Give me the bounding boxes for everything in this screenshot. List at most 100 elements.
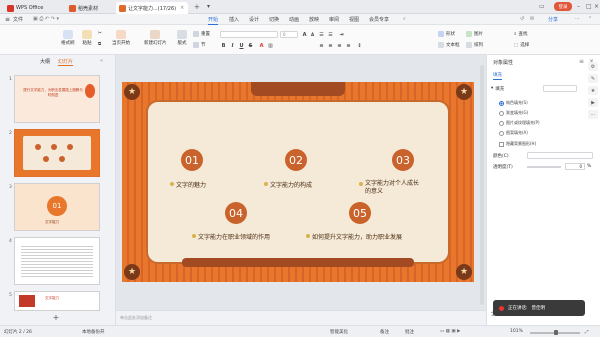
italic-icon[interactable]: I — [229, 42, 236, 49]
tab-template[interactable]: 稻壳素材 — [66, 2, 101, 14]
tab-slides[interactable]: 幻灯片 — [58, 58, 74, 66]
comment-toggle[interactable]: 批注 — [405, 329, 414, 335]
outline-item-2[interactable]: 文字能力的构成 — [264, 180, 312, 189]
menu-slideshow[interactable]: 放映 — [309, 16, 319, 23]
decrease-font-icon[interactable]: A — [309, 31, 316, 38]
style-rail-icon[interactable]: ✎ — [588, 74, 598, 83]
fill-section-header[interactable]: ▾ 填充 — [491, 86, 504, 92]
checkbox-hide-background[interactable]: 隐藏背景图形(H) — [499, 141, 536, 147]
picture-button[interactable]: 图片 — [466, 31, 483, 37]
close-tab-icon[interactable]: × — [180, 5, 184, 11]
collapse-ribbon-icon[interactable]: ⌃ — [588, 16, 592, 22]
close-window-icon[interactable]: × — [594, 3, 599, 10]
slide-thumbnail-2[interactable] — [14, 129, 100, 177]
align-center-icon[interactable]: ≡ — [327, 42, 334, 49]
radio-solid-fill[interactable]: 纯色填充(S) — [499, 100, 528, 106]
numbering-icon[interactable]: ☰ — [327, 31, 334, 38]
tab-outline[interactable]: 大纲 — [40, 58, 50, 65]
smart-beautify-button[interactable]: 智能美化 — [330, 329, 348, 335]
slide-thumbnail-3[interactable]: 01 文字能力 — [14, 183, 100, 231]
font-color-icon[interactable]: A — [258, 42, 265, 49]
menu-animation[interactable]: 动画 — [289, 16, 299, 23]
fit-window-icon[interactable]: ⤢ — [585, 329, 589, 335]
textbox-button[interactable]: 文本框 — [438, 42, 460, 48]
outline-item-1[interactable]: 文字的魅力 — [170, 180, 206, 189]
maximize-icon[interactable]: □ — [586, 3, 592, 10]
menu-member[interactable]: 会员专享 — [369, 16, 389, 23]
comment-icon[interactable]: ✉ — [530, 16, 534, 22]
tab-document[interactable]: 让文字能力...(17/26) × — [116, 2, 188, 14]
zoom-level[interactable]: 101% — [510, 329, 523, 334]
radio-pattern-fill[interactable]: 图案填充(A) — [499, 130, 528, 136]
tab-fill[interactable]: 填充 — [493, 72, 502, 80]
quick-access-icons[interactable]: ▣ ⎙ ↶ ↷ ▾ — [33, 16, 59, 22]
menu-insert[interactable]: 插入 — [229, 16, 239, 23]
new-slide-button[interactable]: 新建幻灯片 — [144, 30, 167, 46]
login-button[interactable]: 登录 — [554, 2, 572, 11]
transition-rail-icon[interactable]: ▶ — [588, 98, 598, 107]
increase-font-icon[interactable]: A — [301, 31, 308, 38]
layout-button[interactable]: 版式 — [177, 30, 187, 46]
notes-toggle[interactable]: 备注 — [380, 329, 389, 335]
share-button[interactable]: 分享 — [548, 16, 558, 23]
properties-rail-icon[interactable]: ⚙ — [588, 62, 598, 71]
menu-design[interactable]: 设计 — [249, 16, 259, 23]
find-button[interactable]: ⌕ 查找 — [514, 31, 528, 37]
backup-status[interactable]: 本地备份开 — [82, 329, 105, 335]
radio-picture-fill[interactable]: 图片或纹理填充(P) — [499, 120, 540, 126]
minimize-icon[interactable]: – — [577, 3, 580, 10]
strikethrough-icon[interactable]: S — [247, 42, 254, 49]
transparency-slider[interactable] — [527, 166, 561, 168]
slide-thumbnail-1[interactable]: 提升文字能力，为职业发展插上翅膀与时俱进 — [14, 75, 100, 123]
arrange-button[interactable]: 排列 — [466, 42, 483, 48]
bullets-icon[interactable]: ☰ — [318, 31, 325, 38]
animation-rail-icon[interactable]: ★ — [588, 86, 598, 95]
menu-view[interactable]: 视图 — [349, 16, 359, 23]
tab-wps-office[interactable]: WPS Office — [4, 2, 46, 14]
notes-input[interactable]: 单击此处添加备注 — [116, 310, 486, 325]
select-button[interactable]: ⬚ 选择 — [514, 42, 529, 49]
hamburger-icon[interactable]: ≡ — [5, 16, 10, 23]
highlight-icon[interactable]: ▥ — [267, 42, 274, 49]
cut-icon[interactable]: ✂ — [98, 31, 102, 36]
underline-icon[interactable]: U — [238, 42, 245, 49]
indent-icon[interactable]: ⇥ — [338, 31, 345, 38]
tab-list-icon[interactable]: ▾ — [207, 3, 210, 10]
radio-gradient-fill[interactable]: 渐变填充(G) — [499, 110, 528, 116]
slide[interactable]: ★ ★ ★ ★ 01 02 03 04 05 文字的魅力 文字能力的构成 文字能… — [122, 82, 474, 282]
outline-item-5[interactable]: 如何提升文字能力，助力职业发展 — [306, 232, 402, 241]
align-left-icon[interactable]: ≡ — [318, 42, 325, 49]
reset-button[interactable]: 重置 — [193, 31, 210, 37]
shapes-button[interactable]: 形状 — [438, 31, 455, 37]
align-right-icon[interactable]: ≡ — [336, 42, 343, 49]
outline-item-4[interactable]: 文字能力在职业领域的作用 — [192, 232, 270, 241]
add-slide-button[interactable]: + — [50, 313, 62, 323]
transparency-input[interactable]: 0 — [565, 163, 585, 170]
copy-icon[interactable]: ⧉ — [98, 41, 101, 47]
justify-icon[interactable]: ≡ — [345, 42, 352, 49]
play-from-current-button[interactable]: 当页开始 — [112, 30, 130, 46]
more-rail-icon[interactable]: ⋯ — [588, 110, 598, 119]
slide-thumbnail-4[interactable] — [14, 237, 100, 285]
search-icon[interactable]: ⌕ — [403, 16, 406, 22]
paste-button[interactable]: 粘贴 — [82, 30, 92, 46]
pane-menu-icon[interactable]: ≡ — [579, 58, 584, 65]
vertical-ruler-scrollbar[interactable] — [480, 65, 484, 305]
menu-transition[interactable]: 切换 — [269, 16, 279, 23]
format-painter-button[interactable]: 格式刷 — [61, 30, 75, 46]
section-button[interactable]: 节 — [193, 42, 206, 48]
bold-icon[interactable]: B — [220, 42, 227, 49]
layout-icon[interactable]: ▭ — [539, 3, 545, 10]
collapse-pane-icon[interactable]: « — [100, 58, 103, 64]
font-name-input[interactable] — [220, 31, 278, 38]
line-spacing-icon[interactable]: ↕ — [356, 42, 363, 49]
slide-thumbnail-5[interactable]: 文字能力 — [14, 291, 100, 311]
font-size-input[interactable]: 0 — [280, 31, 298, 38]
new-tab-button[interactable]: + — [194, 3, 200, 11]
fill-dropdown[interactable] — [543, 85, 577, 92]
menu-review[interactable]: 审阅 — [329, 16, 339, 23]
menu-start[interactable]: 开始 — [208, 16, 219, 25]
outline-item-3[interactable]: 文字能力对个人成长 的意义 — [359, 180, 419, 196]
color-picker[interactable] — [527, 152, 593, 159]
zoom-slider-thumb[interactable] — [554, 330, 558, 335]
